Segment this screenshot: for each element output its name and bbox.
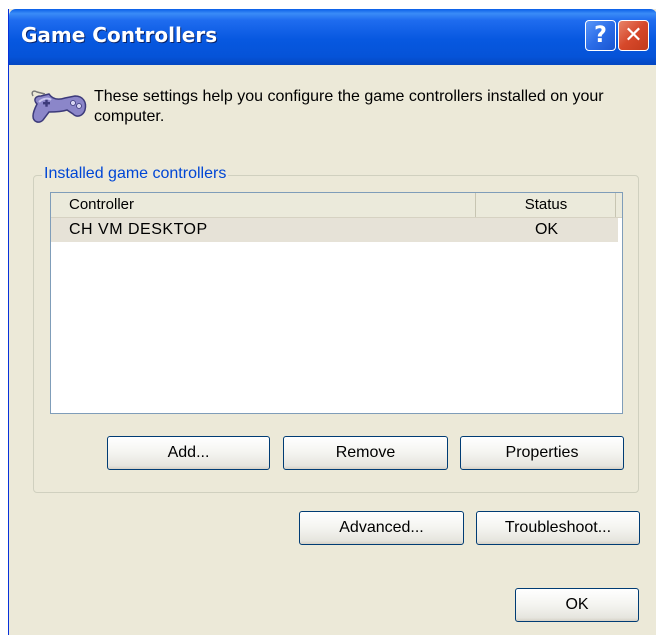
- controller-name: CH VM DESKTOP: [69, 221, 208, 238]
- list-item[interactable]: CH VM DESKTOP OK: [51, 218, 618, 242]
- list-header: Controller Status: [51, 193, 622, 218]
- intro-description: These settings help you configure the ga…: [94, 88, 604, 125]
- group-legend: Installed game controllers: [42, 165, 229, 183]
- column-header-status[interactable]: Status: [477, 193, 616, 217]
- game-controllers-window: Game Controllers ? ✕ These settings help…: [8, 9, 656, 635]
- close-icon: ✕: [624, 22, 643, 48]
- controller-status: OK: [534, 221, 559, 238]
- installed-controllers-group: Installed game controllers Controller St…: [33, 165, 639, 493]
- properties-button[interactable]: Properties: [460, 436, 624, 470]
- dialog-client-area: These settings help you configure the ga…: [9, 65, 656, 635]
- help-button[interactable]: ?: [585, 20, 616, 51]
- column-header-controller[interactable]: Controller: [51, 193, 476, 217]
- advanced-button[interactable]: Advanced...: [299, 511, 464, 545]
- troubleshoot-button[interactable]: Troubleshoot...: [476, 511, 640, 545]
- gamepad-icon: [31, 90, 87, 123]
- question-mark-icon: ?: [594, 22, 607, 48]
- ok-button[interactable]: OK: [515, 588, 639, 622]
- title-bar[interactable]: Game Controllers ? ✕: [9, 9, 656, 65]
- close-button[interactable]: ✕: [618, 20, 649, 51]
- remove-button[interactable]: Remove: [283, 436, 448, 470]
- controllers-list[interactable]: Controller Status CH VM DESKTOP OK: [50, 192, 623, 414]
- add-button[interactable]: Add...: [107, 436, 270, 470]
- window-title: Game Controllers: [21, 23, 218, 47]
